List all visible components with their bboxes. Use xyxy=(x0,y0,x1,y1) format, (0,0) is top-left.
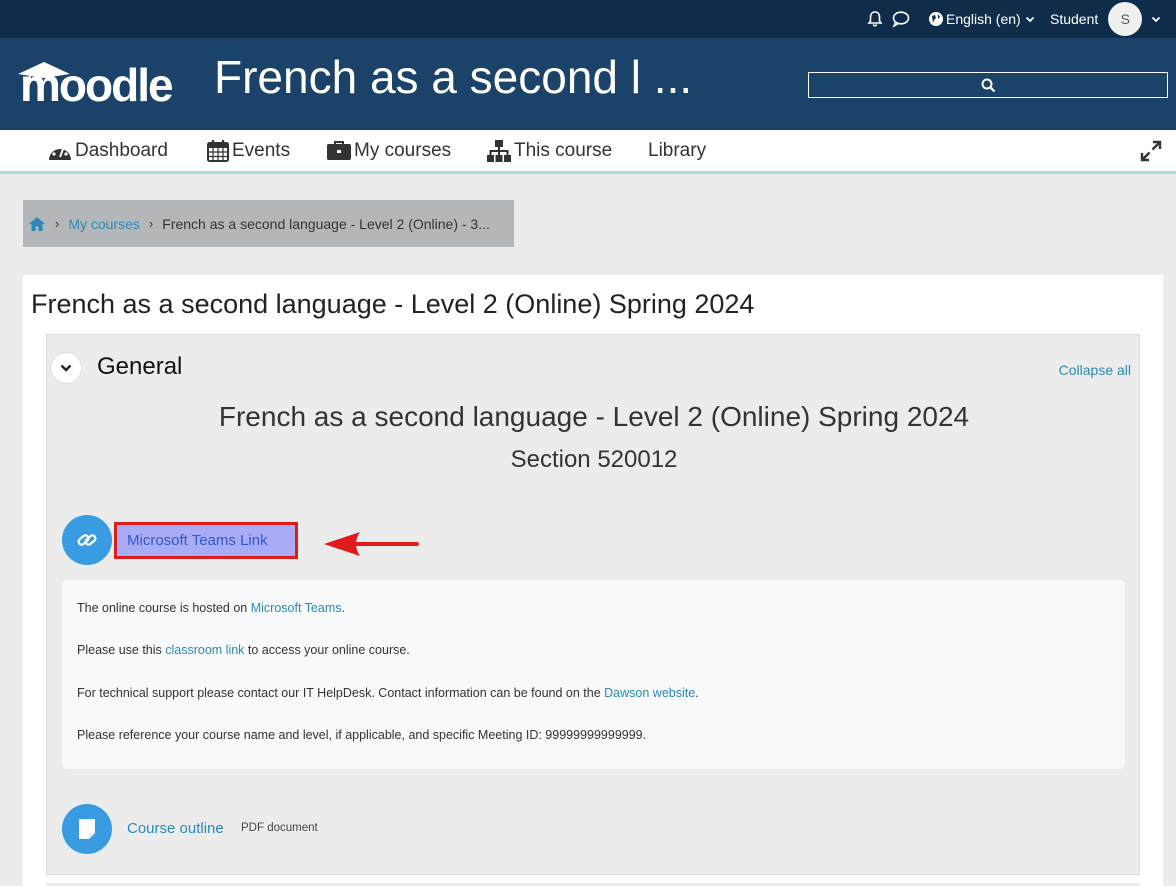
section-name: General xyxy=(97,353,183,380)
nav-this-course-label: This course xyxy=(514,139,613,161)
search-input[interactable] xyxy=(808,72,1168,98)
site-title: French as a second l ... xyxy=(214,51,693,103)
breadcrumb-separator: › xyxy=(148,216,154,231)
resource-type-label: PDF document xyxy=(241,822,318,834)
user-menu[interactable]: Student S xyxy=(1050,0,1162,38)
file-activity-icon[interactable] xyxy=(62,804,112,854)
annotation-arrow-icon xyxy=(324,532,419,556)
fullscreen-toggle[interactable] xyxy=(1139,130,1165,171)
course-info-box: The online course is hosted on Microsoft… xyxy=(62,580,1125,769)
nav-library[interactable]: Library xyxy=(648,130,706,171)
info-line-hosted: The online course is hosted on Microsoft… xyxy=(77,601,345,615)
nav-dashboard-label: Dashboard xyxy=(75,139,168,161)
language-label: English (en) xyxy=(946,11,1021,27)
search-icon xyxy=(981,78,995,92)
globe-icon xyxy=(929,12,943,26)
page-title: French as a second language - Level 2 (O… xyxy=(31,289,755,319)
classroom-link[interactable]: classroom link xyxy=(165,643,244,657)
microsoft-teams-link[interactable]: Microsoft Teams Link xyxy=(114,522,298,559)
chat-icon[interactable] xyxy=(891,0,911,38)
course-content: French as a second language - Level 2 (O… xyxy=(23,275,1163,886)
nav-events-label: Events xyxy=(232,139,291,161)
breadcrumb: › My courses › French as a second langua… xyxy=(23,200,514,247)
course-heading: French as a second language - Level 2 (O… xyxy=(218,401,970,432)
chevron-down-icon xyxy=(60,364,72,372)
section-toggle-button[interactable] xyxy=(50,352,82,384)
info-line-meeting-id: Please reference your course name and le… xyxy=(77,727,647,742)
home-icon[interactable] xyxy=(28,216,46,232)
course-outline-link[interactable]: Course outline xyxy=(127,820,224,837)
nav-my-courses[interactable]: My courses xyxy=(326,130,451,171)
nav-my-courses-label: My courses xyxy=(354,139,452,161)
chevron-down-icon xyxy=(1152,16,1161,23)
sitemap-icon xyxy=(487,139,511,162)
nav-events[interactable]: Events xyxy=(206,130,290,171)
avatar-initial: S xyxy=(1120,11,1130,27)
language-menu[interactable]: English (en) xyxy=(928,0,1036,38)
breadcrumb-my-courses[interactable]: My courses xyxy=(68,216,140,232)
briefcase-icon xyxy=(327,140,351,160)
primary-navigation: Dashboard Events My courses This course … xyxy=(0,130,1176,174)
url-activity-icon[interactable] xyxy=(62,515,112,565)
breadcrumb-separator: › xyxy=(55,216,60,231)
bell-icon[interactable] xyxy=(866,0,884,38)
breadcrumb-current: French as a second language - Level 2 (O… xyxy=(162,215,490,232)
link-icon xyxy=(77,534,97,546)
section-number-heading: Section 520012 xyxy=(510,446,678,473)
avatar[interactable]: S xyxy=(1108,2,1143,36)
info-line-classroom: Please use this classroom link to access… xyxy=(77,643,410,658)
nav-this-course[interactable]: This course xyxy=(486,130,612,171)
dawson-website-link[interactable]: Dawson website xyxy=(604,686,695,700)
user-name: Student xyxy=(1050,11,1099,27)
logo-text: moodle xyxy=(20,59,173,104)
section-general: General Collapse all French as a second … xyxy=(46,334,1140,875)
microsoft-teams-text-link[interactable]: Microsoft Teams xyxy=(251,601,342,615)
expand-icon xyxy=(1140,140,1162,161)
collapse-all-link[interactable]: Collapse all xyxy=(1059,362,1131,378)
info-line-support: For technical support please contact our… xyxy=(77,685,699,700)
top-bar: English (en) Student S xyxy=(0,0,1176,38)
nav-dashboard[interactable]: Dashboard xyxy=(47,130,168,171)
moodle-logo[interactable]: moodle xyxy=(16,52,198,111)
nav-library-label: Library xyxy=(648,139,707,161)
dashboard-icon xyxy=(49,143,71,160)
calendar-icon xyxy=(207,139,229,162)
document-icon xyxy=(79,819,95,839)
site-header: moodle French as a second l ... xyxy=(0,38,1176,130)
chevron-down-icon xyxy=(1025,16,1034,23)
